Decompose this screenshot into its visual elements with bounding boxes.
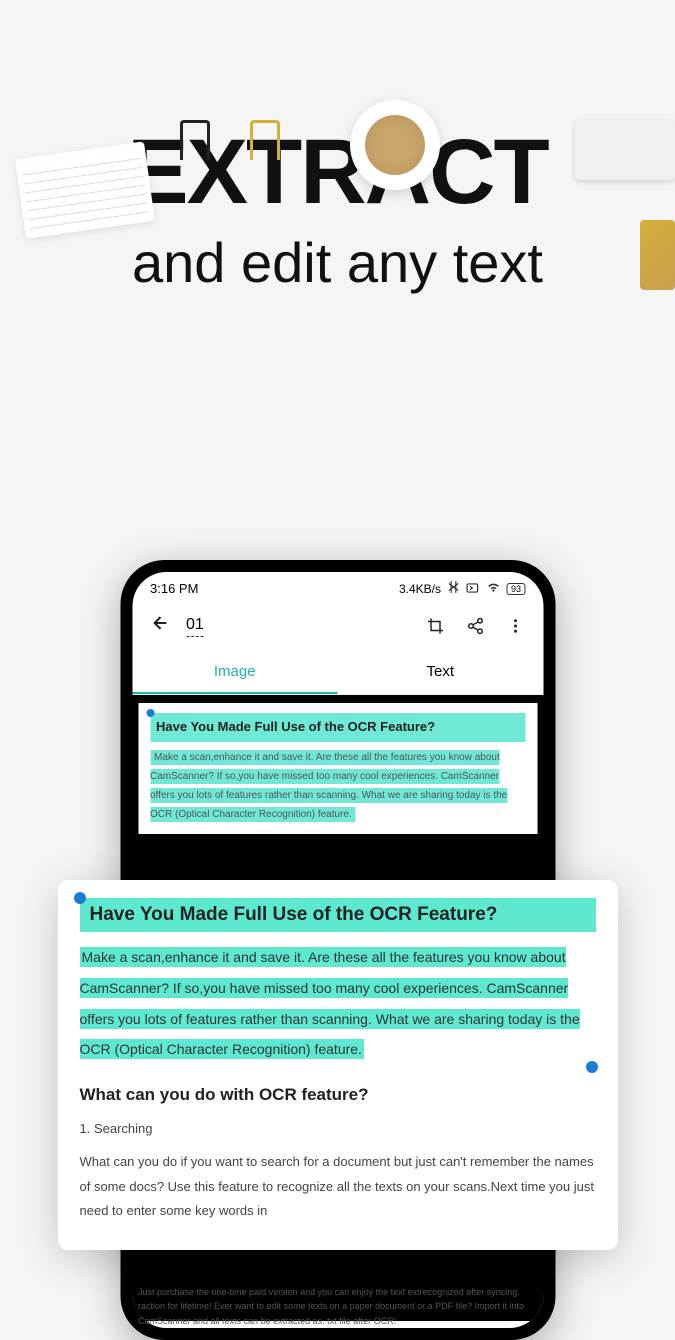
notepad-decoration	[15, 141, 155, 238]
phone-status-bar: 3:16 PM 3.4KB/s 93	[132, 572, 543, 601]
share-icon[interactable]	[465, 616, 485, 636]
popup-item-text: What can you do if you want to search fo…	[80, 1150, 596, 1224]
back-button[interactable]	[150, 613, 170, 639]
tab-text[interactable]: Text	[338, 651, 544, 694]
status-data-rate: 3.4KB/s	[399, 582, 441, 596]
doc-title-highlighted[interactable]: Have You Made Full Use of the OCR Featur…	[150, 713, 525, 742]
app-header: 01	[132, 601, 543, 651]
selection-handle-start[interactable]	[74, 892, 86, 904]
binder-clip-black	[180, 120, 210, 160]
popup-section-title: What can you do with OCR feature?	[80, 1085, 596, 1105]
gold-object-decoration	[640, 220, 675, 290]
keyboard-decoration	[575, 120, 675, 180]
text-extraction-popup: Have You Made Full Use of the OCR Featur…	[58, 880, 618, 1250]
scanned-document-page[interactable]: Have You Made Full Use of the OCR Featur…	[138, 703, 537, 834]
vibrate-icon	[447, 580, 461, 597]
doc-intro-highlighted[interactable]: Make a scan,enhance it and save it. Are …	[150, 750, 507, 822]
view-tabs: Image Text	[132, 651, 543, 695]
selection-handle-end[interactable]	[586, 1061, 598, 1073]
page-number-input[interactable]: 01	[186, 616, 204, 637]
popup-intro-highlighted[interactable]: Make a scan,enhance it and save it. Are …	[80, 947, 580, 1059]
wifi-icon	[487, 581, 501, 596]
tab-image[interactable]: Image	[132, 651, 338, 694]
more-menu-icon[interactable]	[505, 616, 525, 636]
doc-bottom-text: Just purchase the one-time paid version …	[138, 1285, 537, 1321]
status-time: 3:16 PM	[150, 581, 198, 596]
battery-icon: 93	[507, 583, 525, 595]
sim-icon	[467, 582, 481, 596]
popup-title-highlighted[interactable]: Have You Made Full Use of the OCR Featur…	[80, 898, 596, 932]
binder-clip-gold	[250, 120, 280, 160]
desk-background	[0, 120, 675, 240]
popup-item-label: 1. Searching	[80, 1117, 596, 1142]
crop-icon[interactable]	[425, 616, 445, 636]
coffee-cup-decoration	[350, 100, 440, 190]
